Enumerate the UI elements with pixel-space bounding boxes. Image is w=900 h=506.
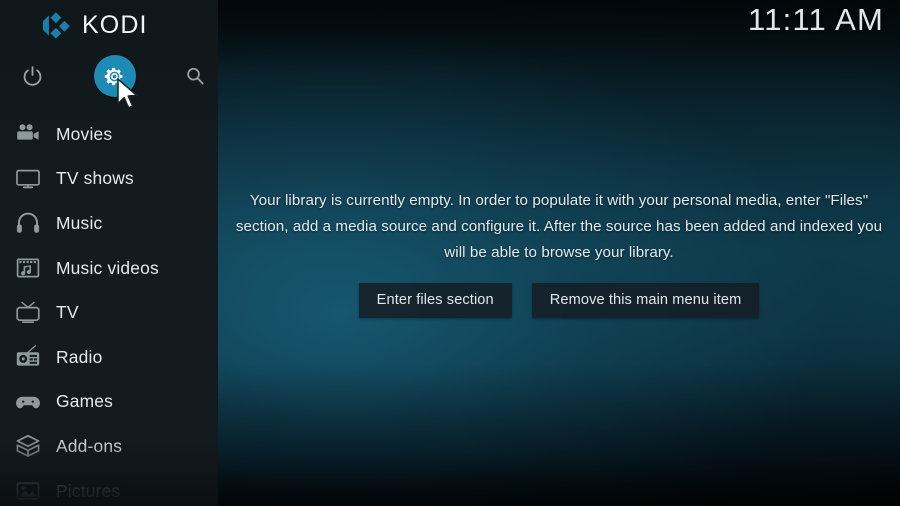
sidebar-action-row (0, 50, 218, 102)
picture-icon (8, 478, 48, 504)
kodi-home-screen: 11:11 AM Your library is currently empty… (0, 0, 900, 506)
sidebar-item-pictures[interactable]: Pictures (0, 469, 218, 506)
empty-library-message: Your library is currently empty. In orde… (235, 188, 883, 266)
sidebar-item-label: Games (56, 391, 113, 412)
sidebar-item-radio[interactable]: Radio (0, 335, 218, 380)
sidebar-item-label: Add-ons (56, 436, 122, 457)
sidebar-item-movies[interactable]: Movies (0, 112, 218, 157)
movie-camera-icon (8, 121, 48, 147)
settings-button[interactable] (91, 51, 138, 101)
enter-files-section-button[interactable]: Enter files section (359, 283, 512, 318)
main-content-panel: 11:11 AM Your library is currently empty… (218, 0, 900, 506)
clock: 11:11 AM (748, 2, 884, 38)
sidebar-item-tv[interactable]: TV (0, 290, 218, 335)
power-icon (21, 65, 44, 88)
sidebar-item-tv-shows[interactable]: TV shows (0, 157, 218, 202)
sidebar: KODI (0, 0, 218, 506)
sidebar-item-music[interactable]: Music (0, 201, 218, 246)
brand-wordmark: KODI (82, 13, 148, 38)
sidebar-item-label: TV shows (56, 168, 134, 189)
retro-tv-icon (8, 300, 48, 326)
kodi-logo-icon (40, 10, 71, 41)
power-button[interactable] (9, 51, 56, 101)
brand: KODI (40, 10, 148, 41)
sidebar-item-label: Radio (56, 347, 102, 368)
headphones-icon (8, 210, 48, 236)
sidebar-item-label: Pictures (56, 481, 120, 502)
settings-active-circle (94, 55, 136, 97)
open-box-icon (8, 433, 48, 459)
music-film-icon (8, 255, 48, 281)
sidebar-item-music-videos[interactable]: Music videos (0, 246, 218, 291)
gamepad-icon (8, 389, 48, 415)
sidebar-item-label: Music (56, 213, 102, 234)
notice-button-row: Enter files section Remove this main men… (359, 283, 760, 318)
radio-icon (8, 344, 48, 370)
sidebar-item-label: Movies (56, 124, 112, 145)
gear-icon (104, 66, 125, 87)
tv-monitor-icon (8, 166, 48, 192)
search-icon (184, 65, 206, 87)
sidebar-item-add-ons[interactable]: Add-ons (0, 424, 218, 469)
sidebar-item-games[interactable]: Games (0, 380, 218, 425)
sidebar-item-label: TV (56, 302, 79, 323)
empty-library-notice: Your library is currently empty. In orde… (218, 0, 900, 506)
remove-main-menu-item-button[interactable]: Remove this main menu item (532, 283, 760, 318)
main-menu: Movies TV shows (0, 112, 218, 506)
sidebar-item-label: Music videos (56, 258, 159, 279)
search-button[interactable] (171, 51, 218, 101)
